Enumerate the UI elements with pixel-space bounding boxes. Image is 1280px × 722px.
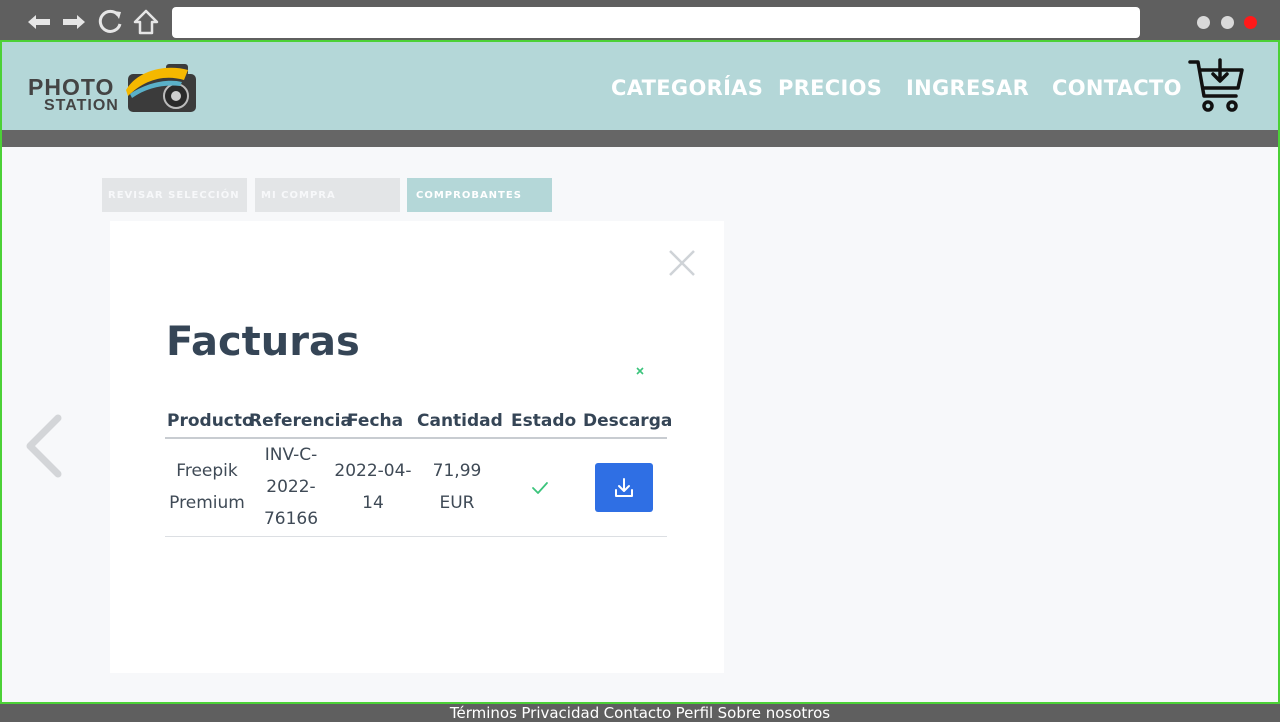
invoices-modal: Facturas Producto Referencia Fecha Canti…: [110, 221, 724, 673]
nav-link-categorias[interactable]: CATEGORÍAS: [611, 76, 763, 104]
cell-text: 14: [362, 493, 384, 513]
column-header-fecha: Fecha: [347, 411, 404, 431]
reload-icon[interactable]: [97, 8, 125, 36]
cell-text: Freepik: [176, 461, 238, 481]
check-icon: [532, 482, 548, 494]
footer-link-sobre-nosotros[interactable]: Sobre nosotros: [718, 704, 830, 722]
browser-toolbar: [0, 0, 1280, 42]
nav-link-ingresar[interactable]: INGRESAR: [906, 76, 1029, 104]
step-label: MI COMPRA: [261, 189, 336, 201]
table-row-divider: [165, 536, 667, 537]
cell-referencia: INV-C- 2022- 76166: [249, 439, 333, 535]
cell-cantidad: 71,99 EUR: [415, 455, 499, 519]
download-icon: [615, 477, 633, 497]
column-header-descarga: Descarga: [583, 411, 673, 431]
cell-text: 2022-: [266, 477, 316, 497]
back-arrow-icon[interactable]: [26, 8, 52, 36]
site-header: PHOTO STATION CATEGORÍAS PRECIOS INGRESA…: [2, 42, 1278, 130]
step-mi-compra[interactable]: MI COMPRA: [255, 178, 400, 212]
column-header-estado: Estado: [511, 411, 577, 431]
footer-link-privacidad[interactable]: Privacidad: [521, 704, 599, 722]
logo[interactable]: PHOTO STATION: [28, 60, 203, 118]
small-close-icon[interactable]: [634, 365, 646, 377]
nav-link-precios[interactable]: PRECIOS: [778, 76, 882, 104]
step-revisar-seleccion[interactable]: REVISAR SELECCIÓN: [102, 178, 247, 212]
window-close-dot[interactable]: [1244, 16, 1257, 29]
table-header-divider: [165, 437, 667, 439]
cell-text: 2022-04-: [334, 461, 412, 481]
footer-link-perfil[interactable]: Perfil: [676, 704, 714, 722]
forward-arrow-icon[interactable]: [61, 8, 87, 36]
cart-download-icon[interactable]: [1188, 58, 1246, 114]
column-header-producto: Producto: [167, 411, 254, 431]
cell-text: EUR: [439, 493, 475, 513]
window-dot[interactable]: [1197, 16, 1210, 29]
download-button[interactable]: [595, 463, 653, 512]
header-band: [2, 130, 1278, 147]
window-dot[interactable]: [1221, 16, 1234, 29]
url-bar[interactable]: [172, 7, 1140, 38]
column-header-cantidad: Cantidad: [417, 411, 503, 431]
close-icon[interactable]: [668, 249, 696, 277]
step-label: COMPROBANTES: [416, 189, 522, 201]
cell-text: INV-C-: [264, 445, 318, 465]
nav-link-contacto[interactable]: CONTACTO: [1052, 76, 1182, 104]
camera-logo-icon: [126, 64, 196, 112]
cell-producto: Freepik Premium: [165, 455, 249, 519]
footer-link-terminos[interactable]: Términos: [450, 704, 517, 722]
cell-text: 71,99: [432, 461, 482, 481]
logo-text-station: STATION: [44, 97, 119, 114]
cell-text: 76166: [263, 509, 319, 529]
footer-link-contacto[interactable]: Contacto: [604, 704, 672, 722]
cell-text: Premium: [169, 493, 245, 513]
step-label: REVISAR SELECCIÓN: [108, 189, 240, 201]
step-comprobantes[interactable]: COMPROBANTES: [407, 178, 552, 212]
column-header-referencia: Referencia: [249, 411, 352, 431]
page-viewport: PHOTO STATION CATEGORÍAS PRECIOS INGRESA…: [0, 40, 1280, 704]
site-footer: Términos Privacidad Contacto Perfil Sobr…: [0, 704, 1280, 722]
previous-arrow-icon[interactable]: [22, 414, 64, 478]
cell-fecha: 2022-04- 14: [331, 455, 415, 519]
modal-title: Facturas: [166, 319, 360, 365]
home-icon[interactable]: [132, 8, 160, 36]
